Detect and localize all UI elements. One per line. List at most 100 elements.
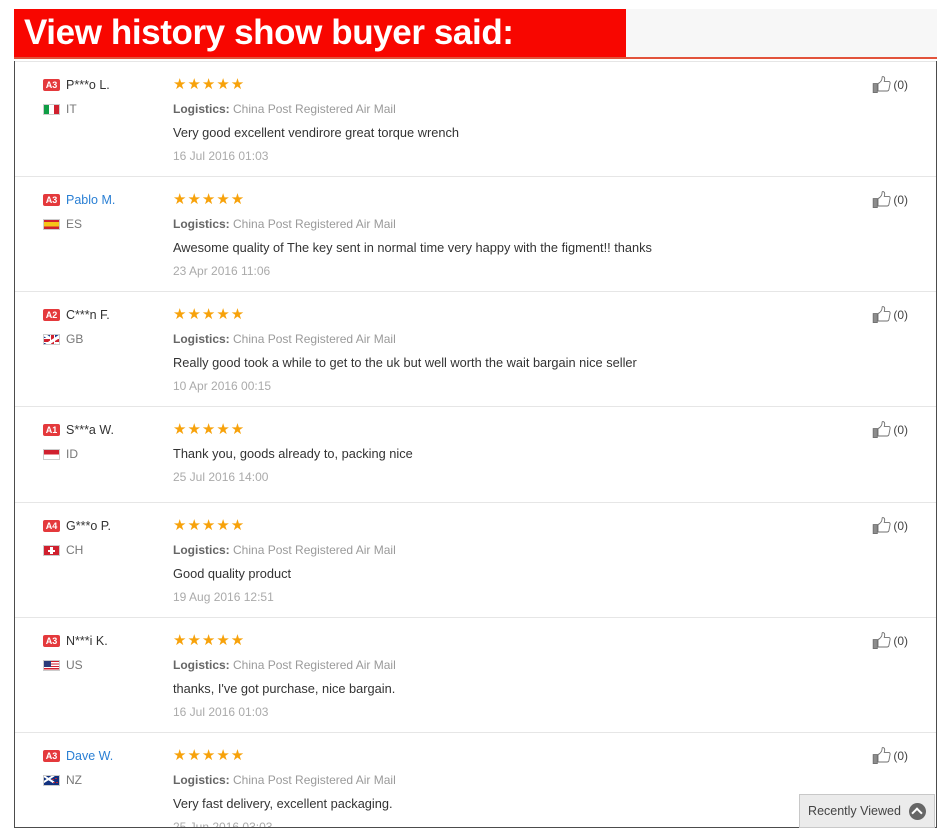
review-row: A1 S***a W. ID ★★★★★ Thank you, goods alread… <box>15 406 936 502</box>
logistics-line: Logistics: China Post Registered Air Mai… <box>173 100 908 118</box>
country-code: NZ <box>66 773 82 787</box>
helpful-count: (0) <box>893 308 908 322</box>
flag-icon-us <box>43 659 60 671</box>
helpful-count: (0) <box>893 423 908 437</box>
helpful-vote[interactable]: (0) <box>872 191 908 209</box>
chevron-up-circle-icon[interactable] <box>908 802 926 820</box>
star-rating: ★★★★★ <box>173 517 246 534</box>
reviewer-country-line: CH <box>43 542 163 558</box>
review-text: Thank you, goods already to, packing nic… <box>173 446 413 461</box>
helpful-count: (0) <box>893 634 908 648</box>
logistics-line: Logistics: China Post Registered Air Mai… <box>173 215 908 233</box>
logistics-label: Logistics: <box>173 773 230 787</box>
buyer-level-badge: A3 <box>43 79 60 91</box>
helpful-vote[interactable]: (0) <box>872 421 908 439</box>
review-row: A2 C***n F. GB ★★★★★ Logistics: China Post R… <box>15 291 936 406</box>
thumbs-up-icon[interactable] <box>872 517 892 535</box>
logistics-line: Logistics: China Post Registered Air Mai… <box>173 330 908 348</box>
review-date: 19 Aug 2016 12:51 <box>173 590 274 604</box>
star-rating: ★★★★★ <box>173 747 246 764</box>
buyer-level-badge: A1 <box>43 424 60 436</box>
helpful-vote[interactable]: (0) <box>872 632 908 650</box>
buyer-level-badge: A3 <box>43 194 60 206</box>
reviewer-name-line: A3 P***o L. <box>43 76 163 94</box>
review-text: thanks, I've got purchase, nice bargain. <box>173 681 396 696</box>
star-rating: ★★★★★ <box>173 306 246 323</box>
logistics-label: Logistics: <box>173 102 230 116</box>
thumbs-up-icon[interactable] <box>872 632 892 650</box>
review-row: A3 Dave W. NZ ★★★★★ Logistics: China Post Re… <box>15 732 936 828</box>
thumbs-up-icon[interactable] <box>872 306 892 324</box>
helpful-vote[interactable]: (0) <box>872 76 908 94</box>
logistics-value: China Post Registered Air Mail <box>233 332 396 346</box>
reviewer-info: A3 Pablo M. ES <box>43 191 163 232</box>
review-text: Very good excellent vendirore great torq… <box>173 125 459 140</box>
thumbs-up-icon[interactable] <box>872 421 892 439</box>
star-rating: ★★★★★ <box>173 76 246 93</box>
country-code: ES <box>66 217 83 231</box>
logistics-line: Logistics: China Post Registered Air Mai… <box>173 656 908 674</box>
flag-icon-nz <box>43 774 60 786</box>
review-content: ★★★★★ Logistics: China Post Registered Ai… <box>173 632 908 720</box>
review-content: ★★★★★ Logistics: China Post Registered Ai… <box>173 191 908 279</box>
star-rating: ★★★★★ <box>173 421 246 438</box>
recently-viewed-widget[interactable]: Recently Viewed <box>799 794 935 828</box>
helpful-vote[interactable]: (0) <box>872 306 908 324</box>
reviewer-name: N***i K. <box>66 634 108 648</box>
review-content: ★★★★★ Logistics: China Post Registered Ai… <box>173 306 908 394</box>
logistics-value: China Post Registered Air Mail <box>233 543 396 557</box>
review-date: 25 Jun 2016 03:03 <box>173 820 273 828</box>
logistics-label: Logistics: <box>173 332 230 346</box>
reviewer-name-line: A4 G***o P. <box>43 517 163 535</box>
thumbs-up-icon[interactable] <box>872 76 892 94</box>
reviewer-name[interactable]: Dave W. <box>66 749 113 763</box>
helpful-count: (0) <box>893 749 908 763</box>
page-title: View history show buyer said: <box>24 13 514 52</box>
reviewer-country-line: GB <box>43 331 163 347</box>
flag-icon-id <box>43 448 60 460</box>
flag-icon-es <box>43 218 60 230</box>
reviewer-country-line: ES <box>43 216 163 232</box>
flag-icon-it <box>43 103 60 115</box>
review-text: Awesome quality of The key sent in norma… <box>173 240 652 255</box>
reviewer-name: S***a W. <box>66 423 114 437</box>
reviewer-info: A4 G***o P. CH <box>43 517 163 558</box>
helpful-count: (0) <box>893 78 908 92</box>
reviewer-name-line: A3 N***i K. <box>43 632 163 650</box>
logistics-value: China Post Registered Air Mail <box>233 217 396 231</box>
page-header-banner: View history show buyer said: <box>14 9 937 59</box>
country-code: ID <box>66 447 78 461</box>
review-content: ★★★★★ Logistics: China Post Registered Ai… <box>173 517 908 605</box>
flag-icon-gb <box>43 333 60 345</box>
review-text: Good quality product <box>173 566 292 581</box>
star-rating: ★★★★★ <box>173 191 246 208</box>
review-row: A3 Pablo M. ES ★★★★★ Logistics: China Post R… <box>15 176 936 291</box>
reviewer-country-line: ID <box>43 446 163 462</box>
reviewer-country-line: NZ <box>43 772 163 788</box>
logistics-label: Logistics: <box>173 217 230 231</box>
review-list: A3 P***o L. IT ★★★★★ Logistics: China Post R… <box>15 61 936 828</box>
logistics-line: Logistics: China Post Registered Air Mai… <box>173 771 908 789</box>
reviewer-name-line: A3 Dave W. <box>43 747 163 765</box>
review-date: 10 Apr 2016 00:15 <box>173 379 272 393</box>
reviewer-info: A3 Dave W. NZ <box>43 747 163 788</box>
reviewer-name: G***o P. <box>66 519 111 533</box>
page-frame: View history show buyer said: A3 P***o L.… <box>0 0 950 836</box>
reviewer-name[interactable]: Pablo M. <box>66 193 115 207</box>
reviews-panel: A3 P***o L. IT ★★★★★ Logistics: China Post R… <box>14 61 937 828</box>
helpful-count: (0) <box>893 193 908 207</box>
buyer-level-badge: A4 <box>43 520 60 532</box>
review-row: A3 P***o L. IT ★★★★★ Logistics: China Post R… <box>15 61 936 176</box>
thumbs-up-icon[interactable] <box>872 191 892 209</box>
thumbs-up-icon[interactable] <box>872 747 892 765</box>
reviewer-country-line: US <box>43 657 163 673</box>
helpful-count: (0) <box>893 519 908 533</box>
review-content: ★★★★★ Logistics: China Post Registered Ai… <box>173 747 908 828</box>
buyer-level-badge: A2 <box>43 309 60 321</box>
review-content: ★★★★★ Logistics: China Post Registered Ai… <box>173 76 908 164</box>
review-date: 16 Jul 2016 01:03 <box>173 705 269 719</box>
reviewer-name-line: A1 S***a W. <box>43 421 163 439</box>
logistics-label: Logistics: <box>173 658 230 672</box>
helpful-vote[interactable]: (0) <box>872 747 908 765</box>
helpful-vote[interactable]: (0) <box>872 517 908 535</box>
